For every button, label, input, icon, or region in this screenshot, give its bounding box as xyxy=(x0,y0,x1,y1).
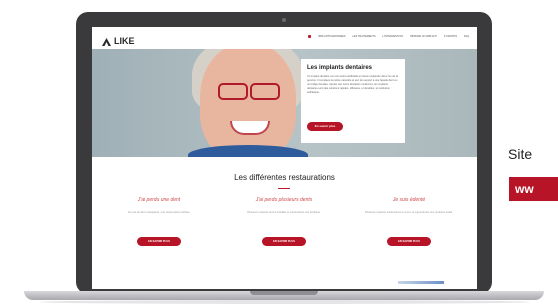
section-divider xyxy=(278,188,290,189)
laptop-shadow xyxy=(40,300,530,304)
restoration-column-1: J'ai perdu une dent En cas de dent manqu… xyxy=(104,197,214,246)
hero-cta-button[interactable]: En savoir plus xyxy=(307,122,343,131)
restoration-column-2: J'ai perdu plusieurs dents Plusieurs imp… xyxy=(229,197,339,246)
side-caption: Site xyxy=(508,146,533,162)
laptop-notch xyxy=(250,291,318,295)
nav-item-traitements[interactable]: LES TRAITEMENTS xyxy=(353,35,376,38)
logo-name: LIKE xyxy=(114,36,135,46)
nav-item-obtenir[interactable]: OBTENIR UN IMPLANT xyxy=(410,35,437,38)
section-title: Les différentes restaurations xyxy=(234,173,335,182)
column-more-button[interactable]: EN SAVOIR PLUS xyxy=(137,237,181,246)
nav-item-implants[interactable]: IMPLANTS DENTAIRES xyxy=(318,35,345,38)
nav-item-apropos[interactable]: À PROPOS xyxy=(444,35,457,38)
column-text: En cas de dent manquante, une seule peti… xyxy=(128,211,190,214)
home-icon[interactable] xyxy=(308,35,312,38)
nav-item-faq[interactable]: FAQ xyxy=(464,35,469,38)
hero-card: Les implants dentaires Un implant dentai… xyxy=(301,59,405,143)
column-title: J'ai perdu une dent xyxy=(137,197,181,203)
hero-photo-face xyxy=(200,49,296,157)
footer-strip xyxy=(398,281,444,284)
hero-photo-shirt xyxy=(188,145,308,157)
tooth-logo-icon xyxy=(102,38,111,46)
column-text: Plusieurs implants seront installés et s… xyxy=(247,211,321,214)
column-text: Plusieurs implants soutiendront un pont,… xyxy=(365,211,453,214)
nav-item-intervention[interactable]: L'INTERVENTION xyxy=(383,35,403,38)
laptop-screen: LIKE Dentistry IMPLANTS DENTAIRES LES TR… xyxy=(92,27,477,289)
laptop-frame: LIKE Dentistry IMPLANTS DENTAIRES LES TR… xyxy=(76,12,492,294)
column-more-button[interactable]: EN SAVOIR PLUS xyxy=(262,237,306,246)
column-title: J'ai perdu plusieurs dents xyxy=(255,197,313,203)
column-title: Je suis édenté xyxy=(392,197,426,203)
laptop-base xyxy=(24,291,544,300)
restoration-column-3: Je suis édenté Plusieurs implants soutie… xyxy=(354,197,464,246)
hero-banner: Les implants dentaires Un implant dentai… xyxy=(92,49,477,157)
main-nav: IMPLANTS DENTAIRES LES TRAITEMENTS L'INT… xyxy=(308,35,469,38)
hero-title: Les implants dentaires xyxy=(307,65,373,71)
side-url-banner[interactable]: ww xyxy=(509,177,558,201)
glasses-icon xyxy=(216,83,280,100)
webcam-icon xyxy=(282,18,286,22)
column-more-button[interactable]: EN SAVOIR PLUS xyxy=(387,237,431,246)
hero-text: Un implant dentaire est une racine artif… xyxy=(307,75,398,94)
site-header: LIKE Dentistry IMPLANTS DENTAIRES LES TR… xyxy=(92,27,477,53)
